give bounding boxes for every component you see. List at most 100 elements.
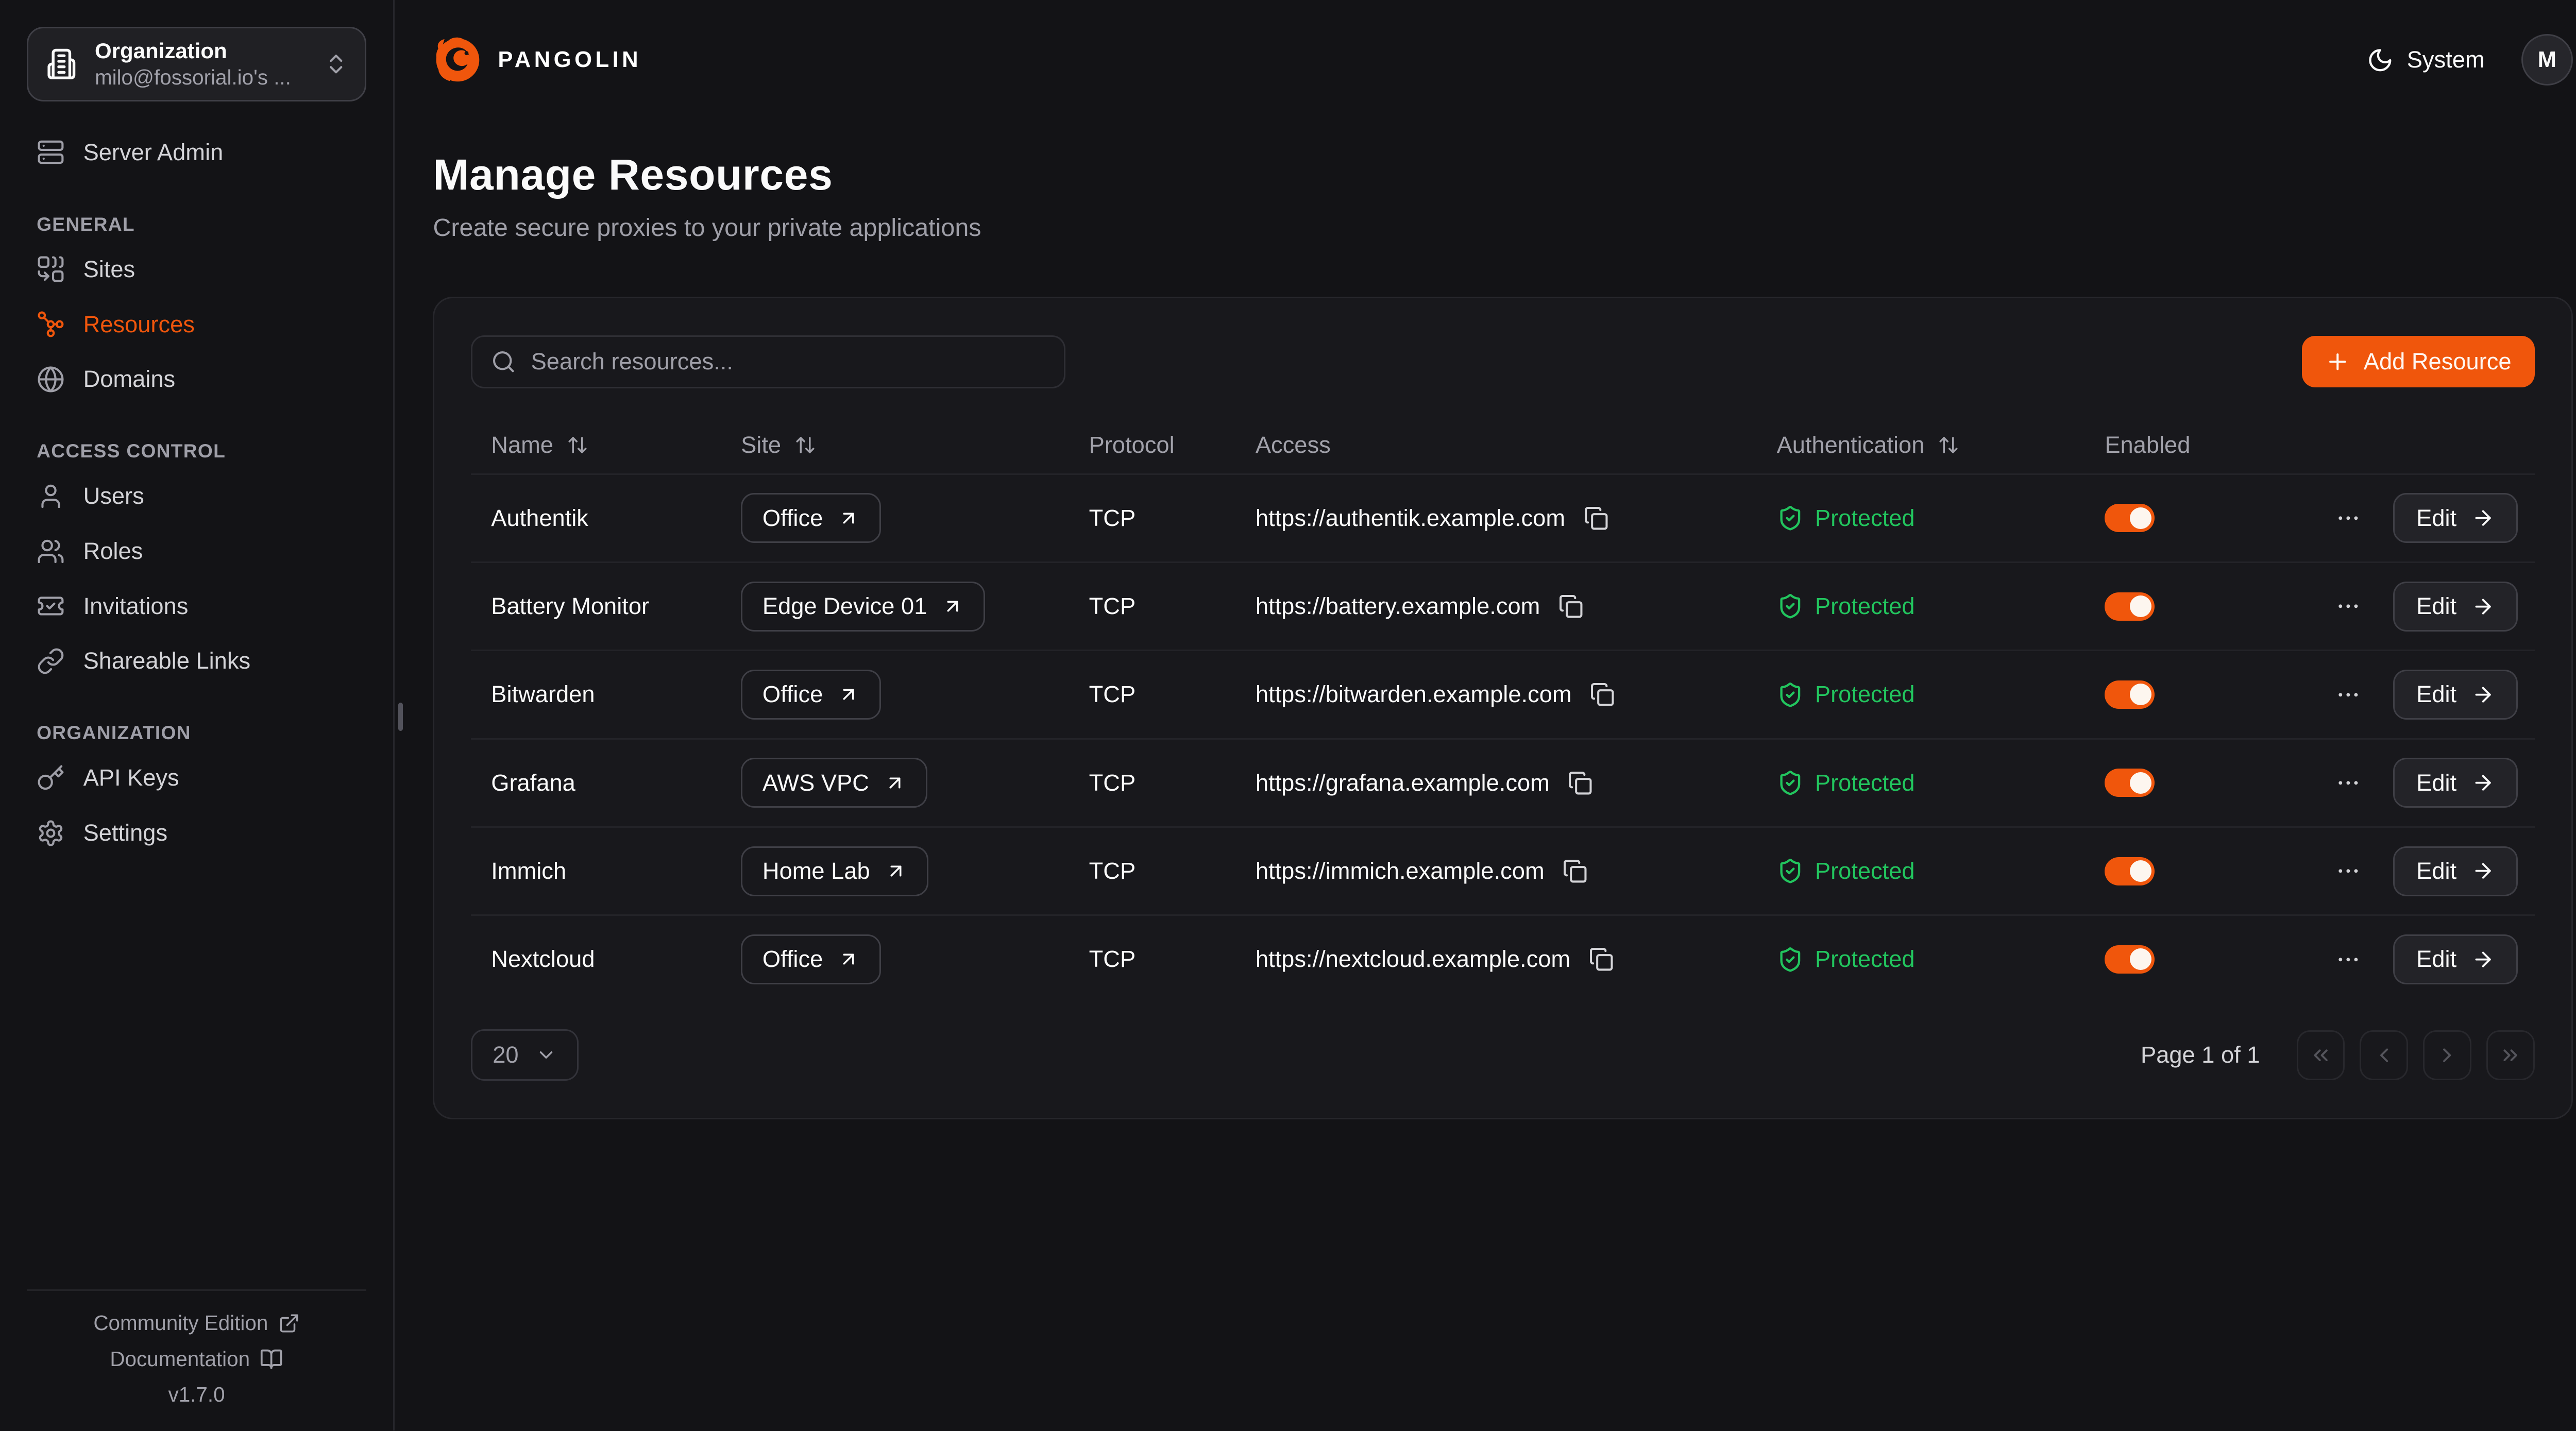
sidebar-item-settings[interactable]: Settings: [27, 806, 367, 861]
edit-button[interactable]: Edit: [2393, 846, 2518, 896]
row-menu-button[interactable]: [2332, 590, 2365, 623]
row-menu-button[interactable]: [2332, 766, 2365, 799]
sort-icon: [567, 434, 588, 456]
column-header-access: Access: [1235, 432, 1757, 458]
enabled-cell: [2085, 592, 2285, 621]
arrow-up-right-icon: [838, 948, 859, 970]
previous-page-button[interactable]: [2360, 1030, 2408, 1080]
org-selector[interactable]: Organization milo@fossorial.io's ...: [27, 27, 367, 101]
enabled-toggle[interactable]: [2105, 592, 2155, 621]
enabled-toggle[interactable]: [2105, 504, 2155, 532]
site-link-button[interactable]: Home Lab: [741, 846, 928, 896]
column-header-name[interactable]: Name: [471, 432, 721, 458]
arrow-right-icon: [2471, 506, 2495, 530]
edit-button[interactable]: Edit: [2393, 582, 2518, 632]
row-menu-button[interactable]: [2332, 855, 2365, 888]
brand-name: PANGOLIN: [498, 47, 641, 73]
table-row: Grafana AWS VPC TCP https://grafana.exam…: [471, 738, 2534, 826]
arrow-right-icon: [2471, 771, 2495, 794]
last-page-button[interactable]: [2486, 1030, 2535, 1080]
next-page-button[interactable]: [2423, 1030, 2471, 1080]
column-header-protocol: Protocol: [1069, 432, 1235, 458]
avatar-initial: M: [2538, 47, 2556, 73]
site-link-button[interactable]: Office: [741, 493, 881, 543]
first-page-button[interactable]: [2297, 1030, 2345, 1080]
site-cell: Edge Device 01: [721, 582, 1069, 632]
sidebar-item-users[interactable]: Users: [27, 469, 367, 524]
copy-url-button[interactable]: [1589, 947, 1614, 972]
ellipsis-icon: [2335, 770, 2362, 796]
protocol-cell: TCP: [1069, 681, 1235, 708]
ellipsis-icon: [2335, 682, 2362, 708]
search-input[interactable]: [531, 348, 1046, 375]
sidebar-item-api-keys[interactable]: API Keys: [27, 751, 367, 806]
add-resource-button[interactable]: Add Resource: [2302, 336, 2535, 387]
auth-status-label: Protected: [1815, 858, 1915, 884]
edit-button[interactable]: Edit: [2393, 934, 2518, 984]
card-footer: 20 Page 1 of 1: [471, 1029, 2534, 1081]
arrow-up-right-icon: [838, 684, 859, 705]
column-label: Enabled: [2105, 432, 2190, 458]
access-cell: https://authentik.example.com: [1235, 505, 1757, 532]
copy-url-button[interactable]: [1568, 771, 1592, 795]
row-menu-button[interactable]: [2332, 502, 2365, 535]
external-link-icon: [278, 1313, 300, 1334]
toggle-knob: [2130, 507, 2151, 529]
table-row: Bitwarden Office TCP https://bitwarden.e…: [471, 650, 2534, 738]
sidebar-item-resources[interactable]: Resources: [27, 297, 367, 352]
sidebar-item-roles[interactable]: Roles: [27, 524, 367, 579]
main-content: PANGOLIN System M Manage Resources Creat…: [395, 0, 2576, 1430]
theme-toggle[interactable]: System: [2367, 46, 2484, 73]
column-header-site[interactable]: Site: [721, 432, 1069, 458]
org-selector-value: milo@fossorial.io's ...: [95, 64, 307, 91]
pagination: Page 1 of 1: [2141, 1030, 2535, 1080]
copy-url-button[interactable]: [1558, 594, 1583, 619]
community-edition-label: Community Edition: [93, 1311, 268, 1335]
sidebar-item-shareable-links[interactable]: Shareable Links: [27, 634, 367, 689]
page-header: Manage Resources Create secure proxies t…: [433, 150, 2573, 242]
access-cell: https://grafana.example.com: [1235, 770, 1757, 796]
enabled-toggle[interactable]: [2105, 769, 2155, 797]
page-size-select[interactable]: 20: [471, 1029, 578, 1081]
row-actions: Edit: [2284, 934, 2534, 984]
sidebar-item-sites[interactable]: Sites: [27, 242, 367, 297]
site-link-button[interactable]: Office: [741, 934, 881, 984]
site-link-button[interactable]: Office: [741, 670, 881, 720]
copy-url-button[interactable]: [1563, 859, 1587, 883]
column-header-authentication[interactable]: Authentication: [1757, 432, 2085, 458]
sidebar-item-domains[interactable]: Domains: [27, 352, 367, 407]
search-box: [471, 335, 1065, 388]
row-actions: Edit: [2284, 670, 2534, 720]
sidebar-item-label: Users: [83, 483, 144, 509]
enabled-toggle[interactable]: [2105, 680, 2155, 709]
enabled-toggle[interactable]: [2105, 857, 2155, 885]
community-edition-link[interactable]: Community Edition: [93, 1311, 299, 1335]
edit-button[interactable]: Edit: [2393, 493, 2518, 543]
site-link-button[interactable]: Edge Device 01: [741, 582, 985, 632]
edit-button[interactable]: Edit: [2393, 670, 2518, 720]
site-link-button[interactable]: AWS VPC: [741, 758, 927, 808]
sidebar-resize-handle[interactable]: [398, 703, 403, 731]
enabled-cell: [2085, 504, 2285, 532]
copy-url-button[interactable]: [1584, 506, 1608, 531]
sidebar-item-server-admin[interactable]: Server Admin: [27, 125, 367, 180]
section-label-access-control: ACCESS CONTROL: [37, 440, 357, 462]
page-info: Page 1 of 1: [2141, 1042, 2260, 1068]
sidebar-item-invitations[interactable]: Invitations: [27, 578, 367, 634]
sidebar-item-label: Domains: [83, 366, 176, 393]
documentation-link[interactable]: Documentation: [110, 1347, 283, 1371]
site-name: Office: [762, 681, 823, 708]
enabled-toggle[interactable]: [2105, 945, 2155, 974]
sort-icon: [794, 434, 816, 456]
page-title: Manage Resources: [433, 150, 2573, 200]
copy-url-button[interactable]: [1590, 682, 1615, 707]
site-name: Home Lab: [762, 858, 870, 884]
row-menu-button[interactable]: [2332, 943, 2365, 976]
avatar[interactable]: M: [2521, 34, 2573, 86]
chevrons-up-down-icon: [324, 52, 348, 76]
edit-label: Edit: [2416, 681, 2456, 708]
site-name: Office: [762, 946, 823, 973]
row-menu-button[interactable]: [2332, 678, 2365, 711]
edit-button[interactable]: Edit: [2393, 758, 2518, 808]
auth-status-label: Protected: [1815, 593, 1915, 620]
